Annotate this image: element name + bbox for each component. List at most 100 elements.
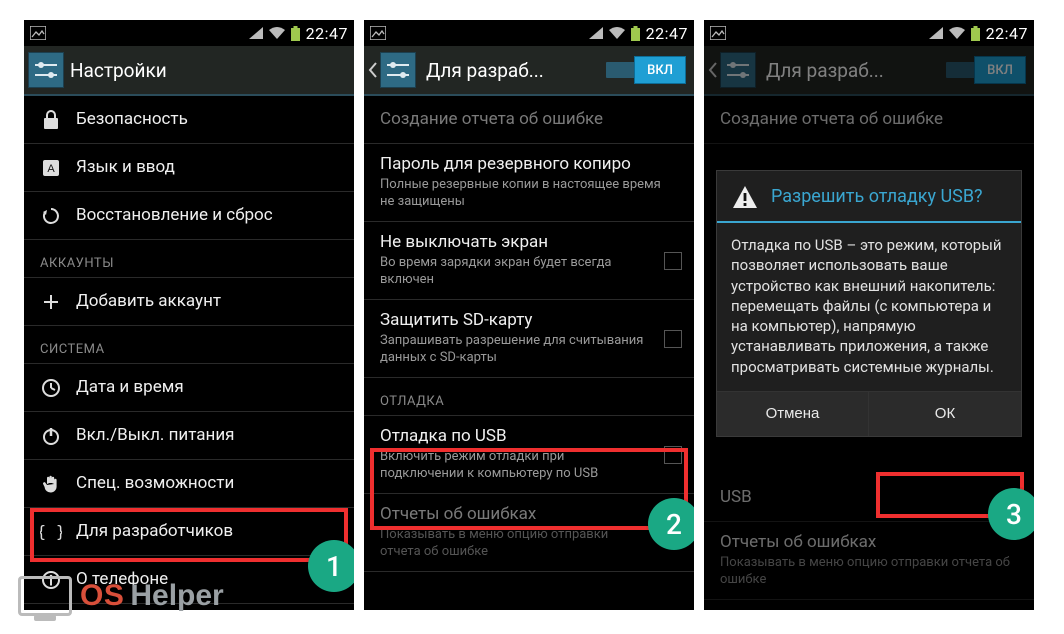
- row-error-reports-bg: Отчеты об ошибках Показывать в меню опци…: [704, 522, 1034, 600]
- row-label: Вкл./Выкл. питания: [76, 425, 340, 446]
- svg-text:A: A: [47, 163, 55, 175]
- row-error-reports[interactable]: Отчеты об ошибках Показывать в меню опци…: [364, 494, 694, 572]
- action-bar: Настройки: [24, 46, 354, 96]
- hand-icon: [40, 473, 62, 495]
- svg-text:{ }: { }: [40, 523, 62, 541]
- battery-icon: [631, 26, 640, 41]
- ok-button[interactable]: ОК: [869, 392, 1021, 436]
- action-bar: Для разраб... ВКЛ: [364, 46, 694, 96]
- row-label: Не выключать экран: [380, 232, 644, 253]
- row-label: Пароль для резервного копиро: [380, 154, 676, 175]
- section-header-accounts: АККАУНТЫ: [24, 240, 354, 278]
- row-label: Безопасность: [76, 109, 340, 130]
- plus-icon: [40, 291, 62, 313]
- wifi-icon: [949, 27, 965, 39]
- row-subtitle: Показывать в меню опцию отправки отчета …: [380, 527, 644, 561]
- toggle-label: ВКЛ: [974, 56, 1026, 84]
- status-bar: 22:47: [24, 20, 354, 46]
- info-icon: [40, 569, 62, 591]
- settings-app-icon: [720, 52, 756, 88]
- phone-screenshot-1: 22:47 Настройки Безопасность A Язык и вв…: [24, 20, 354, 610]
- cancel-button[interactable]: Отмена: [717, 392, 869, 436]
- lock-icon: [40, 109, 62, 131]
- checkbox[interactable]: [664, 446, 682, 464]
- wifi-icon: [269, 27, 285, 39]
- row-language[interactable]: A Язык и ввод: [24, 144, 354, 192]
- status-bar: 22:47: [704, 20, 1034, 46]
- row-usb-debugging[interactable]: Отладка по USB Включить режим отладки пр…: [364, 416, 694, 494]
- row-developer-options[interactable]: { } Для разработчиков: [24, 508, 354, 556]
- section-header-system: СИСТЕМА: [24, 326, 354, 364]
- action-bar: Для разраб... ВКЛ: [704, 46, 1034, 96]
- restore-icon: [40, 205, 62, 227]
- row-label: USB: [720, 487, 1016, 508]
- power-icon: [40, 425, 62, 447]
- wifi-icon: [609, 27, 625, 39]
- back-button: [708, 52, 760, 88]
- row-backup-password[interactable]: Пароль для резервного копиро Полные резе…: [364, 144, 694, 222]
- developer-options-toggle: ВКЛ: [926, 56, 1026, 84]
- settings-app-icon: [380, 52, 416, 88]
- chevron-left-icon: [368, 61, 378, 79]
- row-label: Дата и время: [76, 377, 340, 398]
- settings-list[interactable]: Безопасность A Язык и ввод Восстановлени…: [24, 96, 354, 610]
- braces-icon: { }: [40, 521, 62, 543]
- developer-options-list[interactable]: Создание отчета об ошибке Пароль для рез…: [364, 96, 694, 610]
- battery-icon: [971, 26, 980, 41]
- row-label: Восстановление и сброс: [76, 205, 340, 226]
- signal-icon: [589, 27, 603, 39]
- row-label: Создание отчета об ошибке: [720, 109, 1016, 130]
- row-label: Язык и ввод: [76, 157, 340, 178]
- row-security[interactable]: Безопасность: [24, 96, 354, 144]
- gallery-icon: [30, 26, 46, 40]
- row-label: Отчеты об ошибках: [720, 532, 1016, 553]
- row-subtitle: Показывать в меню опцию отправки отчета …: [720, 555, 1016, 589]
- row-power[interactable]: Вкл./Выкл. питания: [24, 412, 354, 460]
- gallery-icon: [710, 26, 726, 40]
- dialog-title: Разрешить отладку USB?: [771, 186, 983, 209]
- toggle-label: ВКЛ: [634, 56, 686, 84]
- back-button[interactable]: [368, 52, 420, 88]
- row-label: Отладка по USB: [380, 426, 644, 447]
- clock-icon: [40, 377, 62, 399]
- row-datetime[interactable]: Дата и время: [24, 364, 354, 412]
- status-bar: 22:47: [364, 20, 694, 46]
- gallery-icon: [370, 26, 386, 40]
- dialog-body: Отладка по USB – это режим, который позв…: [717, 223, 1021, 391]
- warning-icon: [731, 183, 759, 211]
- row-protect-sd[interactable]: Защитить SD-карту Запрашивать разрешение…: [364, 300, 694, 378]
- row-subtitle: Во время зарядки экран будет всегда вклю…: [380, 255, 644, 289]
- row-stay-awake[interactable]: Не выключать экран Во время зарядки экра…: [364, 222, 694, 300]
- section-header-debug: ОТЛАДКА: [364, 378, 694, 416]
- status-time: 22:47: [306, 24, 348, 43]
- row-bug-report: Создание отчета об ошибке: [704, 96, 1034, 144]
- row-subtitle: Полные резервные копии в настоящее время…: [380, 177, 676, 211]
- row-label: Отчеты об ошибках: [380, 504, 644, 525]
- developer-options-toggle[interactable]: ВКЛ: [586, 56, 686, 84]
- phone-screenshot-3: 22:47 Для разраб... ВКЛ Создание отчета …: [704, 20, 1034, 610]
- checkbox[interactable]: [664, 252, 682, 270]
- row-backup-reset[interactable]: Восстановление и сброс: [24, 192, 354, 240]
- phone-screenshot-2: 22:47 Для разраб... ВКЛ Создание отчета …: [364, 20, 694, 610]
- status-time: 22:47: [646, 24, 688, 43]
- signal-icon: [929, 27, 943, 39]
- chevron-left-icon: [708, 61, 718, 79]
- row-subtitle: Запрашивать разрешение для считывания да…: [380, 333, 644, 367]
- row-add-account[interactable]: Добавить аккаунт: [24, 278, 354, 326]
- row-label: О телефоне: [76, 569, 340, 590]
- signal-icon: [249, 27, 263, 39]
- step-badge-2: 2: [648, 498, 694, 550]
- row-label: Добавить аккаунт: [76, 291, 340, 312]
- row-bug-report[interactable]: Создание отчета об ошибке: [364, 96, 694, 144]
- row-about-phone[interactable]: О телефоне: [24, 556, 354, 604]
- row-accessibility[interactable]: Спец. возможности: [24, 460, 354, 508]
- row-label: Для разработчиков: [76, 521, 340, 542]
- step-badge-3: 3: [988, 488, 1034, 540]
- checkbox[interactable]: [664, 330, 682, 348]
- row-label: Создание отчета об ошибке: [380, 109, 676, 130]
- usb-debugging-dialog: Разрешить отладку USB? Отладка по USB – …: [716, 170, 1022, 437]
- language-icon: A: [40, 157, 62, 179]
- action-bar-title: Для разраб...: [766, 59, 920, 82]
- row-subtitle: Включить режим отладки при подключении к…: [380, 449, 644, 483]
- row-usb-bg: USB: [704, 474, 1034, 522]
